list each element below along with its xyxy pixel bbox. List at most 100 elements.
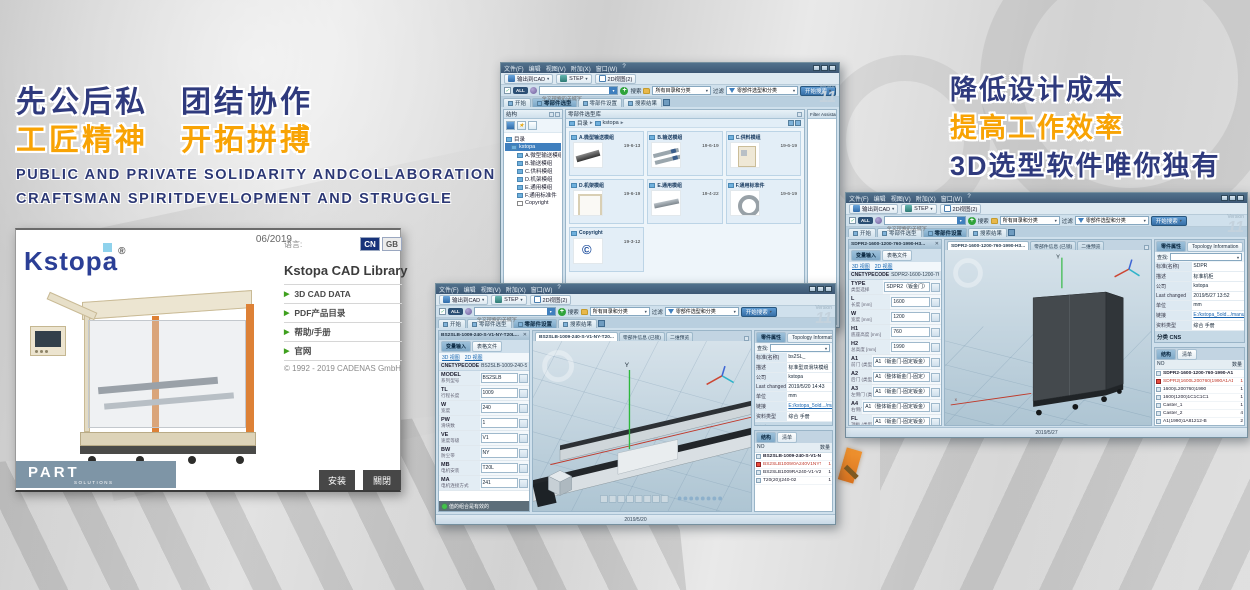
2d-view-link[interactable]: 2D 视图: [465, 354, 483, 361]
menubar-item[interactable]: 文件(F): [504, 64, 524, 73]
export-to-cad-button[interactable]: 输出到CAD▾: [439, 295, 488, 305]
view-2d-button[interactable]: 2D视图(2): [530, 295, 572, 305]
filter-orb-icon[interactable]: [875, 217, 882, 224]
new-tab-icon[interactable]: [1008, 229, 1015, 236]
view-option-icon[interactable]: [795, 120, 801, 126]
language-cn-button[interactable]: CN: [360, 237, 380, 251]
parameter-edit-icon[interactable]: [519, 404, 528, 413]
dialog-menu-item[interactable]: ▶3D CAD DATA: [284, 284, 402, 303]
parameter-edit-icon[interactable]: [519, 374, 528, 383]
3d-viewport-cabinet[interactable]: Y x: [945, 250, 1151, 425]
parameter-value-select[interactable]: 241: [481, 478, 519, 488]
viewer-tab-model[interactable]: SDPR2-1600-1200-760-1990-H3...: [947, 241, 1029, 250]
scope-select[interactable]: 所有目录和分类▾: [590, 307, 650, 316]
tab-search-results[interactable]: 搜索结果: [623, 98, 662, 107]
catalog-tile[interactable]: C.供料模组 19-6-19: [726, 131, 801, 176]
3d-view-link[interactable]: 3D 视图: [852, 263, 870, 270]
bom-row[interactable]: BS2SLB-1009-240-S-V1-NY-T20-(20): [755, 453, 832, 461]
viewer-tab-info[interactable]: 零部件信息 (已锁): [619, 332, 665, 341]
add-search-icon[interactable]: +: [620, 87, 628, 95]
catalog-tile[interactable]: B.输送模组 19-6-19: [647, 131, 722, 176]
viewer-tab-2d[interactable]: 二维预览: [1077, 241, 1104, 250]
parameter-value-select[interactable]: 240: [481, 403, 519, 413]
tab-start[interactable]: 开始: [848, 228, 876, 237]
menubar-item[interactable]: 视图(V): [546, 64, 566, 73]
parameter-value-select[interactable]: 760: [891, 327, 930, 337]
bom-row[interactable]: 1600(1200)1C1C1C11: [1155, 394, 1244, 402]
calendar-icon[interactable]: [528, 121, 537, 130]
parameter-edit-icon[interactable]: [931, 298, 940, 307]
menubar-item[interactable]: ?: [557, 285, 560, 294]
tab-table-file[interactable]: 表格文件: [882, 250, 912, 261]
parameter-value-select[interactable]: SDPR2（钣金门）: [884, 282, 930, 292]
dialog-menu-item[interactable]: ▶PDF产品目录: [284, 303, 402, 322]
window-controls[interactable]: [813, 65, 836, 71]
scope-select[interactable]: 所有目录和分类▾: [652, 86, 710, 95]
favorites-star-icon[interactable]: ★: [517, 121, 526, 130]
menubar-item[interactable]: 视图(V): [481, 285, 501, 294]
view-option-icon[interactable]: [788, 120, 794, 126]
parameter-edit-icon[interactable]: [519, 434, 528, 443]
add-search-icon[interactable]: +: [968, 217, 976, 225]
tab-start[interactable]: 开始: [503, 98, 531, 107]
menubar-item[interactable]: 编辑: [874, 194, 886, 203]
dropdown-arrow-icon[interactable]: ▾: [957, 217, 965, 224]
install-button[interactable]: 安装: [319, 470, 355, 490]
menubar-item[interactable]: ?: [622, 64, 625, 73]
parameter-edit-icon[interactable]: [931, 313, 940, 322]
parameter-edit-icon[interactable]: [931, 418, 940, 427]
menubar-item[interactable]: 窗口(W): [596, 64, 618, 73]
tree-item[interactable]: 目录: [505, 135, 561, 143]
checkbox-icon[interactable]: ✓: [439, 308, 446, 315]
search-input[interactable]: [885, 226, 965, 233]
viewer-tab-info[interactable]: 零部件信息 (已锁): [1030, 241, 1076, 250]
find-select[interactable]: ▾: [770, 344, 830, 352]
filter-select[interactable]: 零部件选型和分类▾: [665, 307, 739, 316]
format-step-button[interactable]: STEP▾: [491, 295, 526, 305]
parameter-value-select[interactable]: 1: [481, 418, 519, 428]
breadcrumb-root[interactable]: 目录: [577, 119, 588, 127]
tab-list[interactable]: 清单: [777, 432, 797, 443]
catalog-tile[interactable]: E.通用模组 19-4-22: [647, 179, 722, 224]
parameter-edit-icon[interactable]: [931, 328, 940, 337]
tab-table-file[interactable]: 表格文件: [472, 341, 502, 352]
window-controls[interactable]: [1221, 195, 1244, 201]
parameter-value-select[interactable]: 1600: [891, 297, 930, 307]
parameter-value-select[interactable]: A1（钣金门-固定钣金）: [873, 417, 930, 426]
bom-row[interactable]: SDPR2(1600L200760(1990A1A1A1A1A1A11: [1155, 378, 1244, 386]
start-search-button[interactable]: 开始搜索▾: [741, 307, 777, 317]
parameter-value-select[interactable]: A1（整体钣金门-固定钣金）: [863, 402, 930, 412]
catalog-tile[interactable]: Copyright 19-3-12: [569, 227, 644, 272]
2d-view-link[interactable]: 2D 视图: [875, 263, 893, 270]
parameter-edit-icon[interactable]: [931, 403, 940, 412]
export-to-cad-button[interactable]: 输出到CAD▾: [849, 204, 898, 214]
export-to-cad-button[interactable]: 输出到CAD▾: [504, 74, 553, 84]
bom-row[interactable]: BS2SLB1009/0A240V1NYT20(100)11: [755, 461, 832, 469]
bom-row[interactable]: Caster_11: [1155, 402, 1244, 410]
dropdown-arrow-icon[interactable]: ▾: [547, 308, 555, 315]
parameter-value-select[interactable]: V1: [481, 433, 519, 443]
tree-item[interactable]: F.通用标准件: [505, 191, 561, 199]
filter-orb-icon[interactable]: [530, 87, 537, 94]
tree-item[interactable]: A.微型输送模组: [505, 151, 561, 159]
tree-item[interactable]: Copyright: [505, 199, 561, 207]
viewer-tab-2d[interactable]: 二维预览: [666, 332, 693, 341]
tree-item[interactable]: B.输送模组: [505, 159, 561, 167]
menubar-item[interactable]: 文件(F): [849, 194, 869, 203]
parameter-edit-icon[interactable]: [519, 479, 528, 488]
filter-select[interactable]: 零部件选型和分类▾: [726, 86, 798, 95]
bom-row[interactable]: SDPR2-1600-1200-760-1990-A1A1A1A1: [1155, 370, 1244, 378]
catalog-tile[interactable]: A.微型输送模组 19-6-13: [569, 131, 644, 176]
filter-orb-icon[interactable]: [465, 308, 472, 315]
menubar-item[interactable]: 视图(V): [891, 194, 911, 203]
menubar-item[interactable]: 窗口(W): [531, 285, 553, 294]
new-tab-icon[interactable]: [598, 320, 605, 327]
tab-part-properties[interactable]: 零件属性: [756, 332, 786, 343]
menubar-item[interactable]: 窗口(W): [941, 194, 963, 203]
dialog-menu-item[interactable]: ▶帮助/手册: [284, 322, 402, 341]
parameter-edit-icon[interactable]: [519, 449, 528, 458]
menubar-item[interactable]: 附加(X): [506, 285, 526, 294]
parameter-value-select[interactable]: 1200: [891, 312, 930, 322]
parameter-edit-icon[interactable]: [931, 343, 940, 352]
start-search-button[interactable]: 开始搜索▾: [800, 86, 836, 96]
